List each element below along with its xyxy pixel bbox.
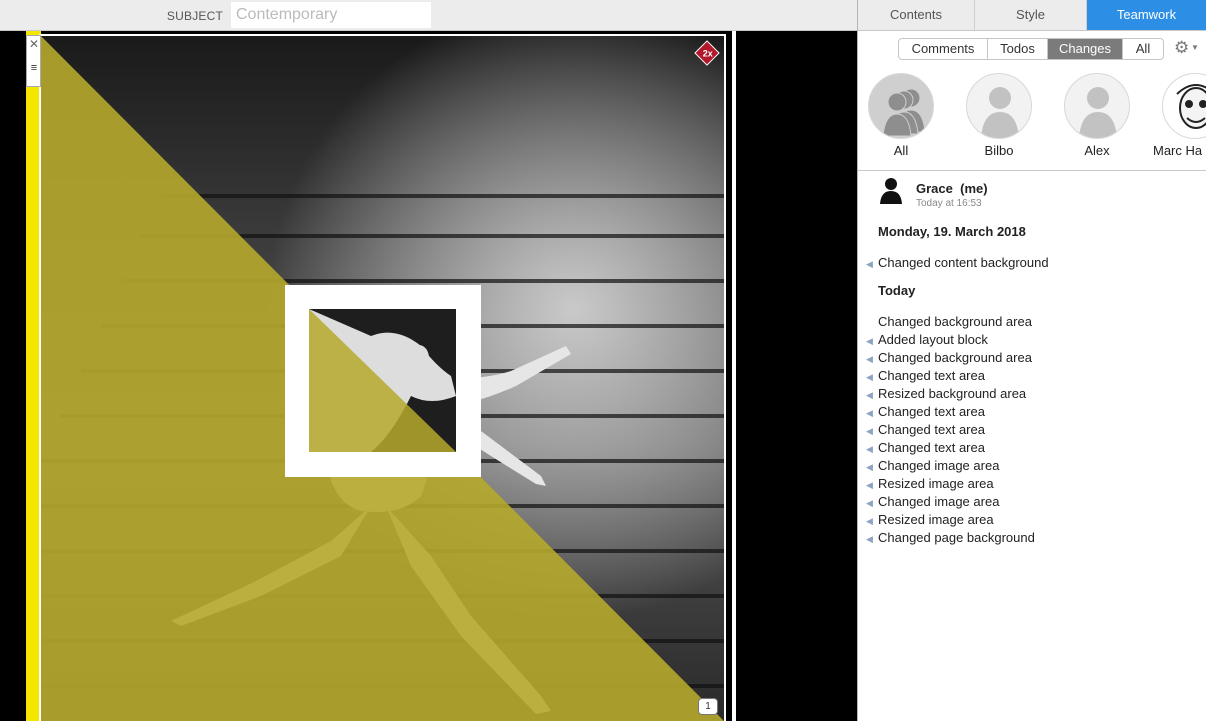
change-text: Changed text area [878, 368, 985, 383]
panel-tabs: Contents Style Teamwork [858, 0, 1206, 31]
change-text: Changed image area [878, 458, 1000, 473]
change-text: Resized image area [878, 512, 994, 527]
revert-arrow-icon[interactable]: ◀ [866, 259, 878, 270]
change-entry[interactable]: ◀ Changed image area [866, 494, 999, 509]
change-entry[interactable]: ◀ Resized image area [866, 476, 994, 491]
person-avatar-icon [1064, 73, 1130, 139]
change-entry[interactable]: ◀ Changed text area [866, 368, 985, 383]
revert-arrow-icon: ◀ [866, 318, 878, 329]
change-text: Changed page background [878, 530, 1035, 545]
dancer-photo[interactable] [41, 36, 724, 721]
change-text: Changed image area [878, 494, 1000, 509]
inset-photo [309, 309, 456, 452]
revert-arrow-icon[interactable]: ◀ [866, 408, 878, 419]
change-text: Changed text area [878, 404, 985, 419]
filter-changes[interactable]: Changes [1048, 39, 1123, 59]
revert-arrow-icon[interactable]: ◀ [866, 480, 878, 491]
user-name: Marc Ha [1153, 143, 1203, 158]
author-name: Grace (me) [916, 181, 988, 196]
revert-arrow-icon[interactable]: ◀ [866, 462, 878, 473]
date-heading: Today [878, 283, 916, 298]
comment-count-badge[interactable]: 1 [698, 698, 718, 715]
change-text: Changed background area [878, 350, 1032, 365]
change-entry[interactable]: ◀ Changed content background [866, 255, 1049, 270]
user-name: All [893, 143, 909, 158]
change-entry[interactable]: ◀ Changed image area [866, 458, 999, 473]
change-text: Resized background area [878, 386, 1027, 401]
change-text: Changed background area [878, 314, 1032, 329]
revert-arrow-icon[interactable]: ◀ [866, 354, 878, 365]
change-text: Changed text area [878, 440, 985, 455]
filter-segmented-control: Comments Todos Changes All [898, 38, 1164, 60]
author-timestamp: Today at 16:53 [916, 198, 982, 209]
filter-comments[interactable]: Comments [899, 39, 988, 59]
user-bilbo[interactable]: Bilbo [954, 73, 1044, 158]
tab-contents[interactable]: Contents [858, 0, 975, 30]
revert-arrow-icon[interactable]: ◀ [866, 426, 878, 437]
user-name: Bilbo [984, 143, 1014, 158]
revert-arrow-icon[interactable]: ◀ [866, 534, 878, 545]
change-text: Resized image area [878, 476, 994, 491]
revert-arrow-icon[interactable]: ◀ [866, 444, 878, 455]
filter-all[interactable]: All [1123, 39, 1163, 59]
group-avatar-icon [868, 73, 934, 139]
subject-input[interactable] [231, 2, 431, 28]
filter-todos[interactable]: Todos [988, 39, 1048, 59]
tab-style[interactable]: Style [975, 0, 1087, 30]
block-handle[interactable]: ✕ ≡ [26, 35, 41, 87]
change-entry[interactable]: ◀ Changed text area [866, 422, 985, 437]
subject-bar: SUBJECT [0, 0, 857, 31]
change-entry[interactable]: ◀ Changed text area [866, 440, 985, 455]
user-filter-list: All Bilbo Alex Marc Ha [858, 71, 1206, 171]
user-all[interactable]: All [858, 73, 946, 158]
date-heading: Monday, 19. March 2018 [878, 224, 1026, 239]
user-silhouette-icon [880, 178, 902, 204]
change-entry[interactable]: ◀ Resized background area [866, 386, 1026, 401]
page-canvas[interactable]: ✕ ≡ 2x 1 [26, 31, 736, 721]
marc-avatar-icon [1162, 73, 1206, 139]
menu-icon[interactable]: ≡ [28, 62, 40, 74]
person-avatar-icon [966, 73, 1032, 139]
change-text: Added layout block [878, 332, 988, 347]
change-text: Changed content background [878, 255, 1049, 270]
change-entry[interactable]: ◀Changed background area [866, 350, 1032, 365]
revert-arrow-icon[interactable]: ◀ [866, 372, 878, 383]
change-text: Changed text area [878, 422, 985, 437]
resolution-badge-label: 2x [702, 48, 713, 59]
change-entry[interactable]: ◀ Changed page background [866, 530, 1035, 545]
change-entry[interactable]: ◀ Changed text area [866, 404, 985, 419]
revert-arrow-icon[interactable]: ◀ [866, 498, 878, 509]
editor-area: SUBJECT Contemporary ✕ ≡ 2x 1 [0, 0, 857, 721]
change-entry[interactable]: ◀ Resized image area [866, 512, 994, 527]
page-edge [732, 31, 736, 721]
revert-arrow-icon[interactable]: ◀ [866, 336, 878, 347]
change-entry[interactable]: ◀Changed background area [866, 314, 1032, 329]
chevron-down-icon[interactable]: ▼ [1191, 43, 1199, 52]
revert-arrow-icon[interactable]: ◀ [866, 390, 878, 401]
subject-label: SUBJECT [166, 9, 223, 23]
user-alex[interactable]: Alex [1052, 73, 1142, 158]
user-marc[interactable]: Marc Ha [1149, 73, 1206, 158]
side-panel: Contents Style Teamwork Comments Todos C… [857, 0, 1206, 721]
tab-teamwork[interactable]: Teamwork [1087, 0, 1206, 30]
user-name: Alex [1084, 143, 1110, 158]
change-entry[interactable]: ◀ Added layout block [866, 332, 988, 347]
gear-icon[interactable]: ⚙ [1174, 38, 1189, 58]
revert-arrow-icon[interactable]: ◀ [866, 516, 878, 527]
close-icon[interactable]: ✕ [28, 38, 40, 50]
